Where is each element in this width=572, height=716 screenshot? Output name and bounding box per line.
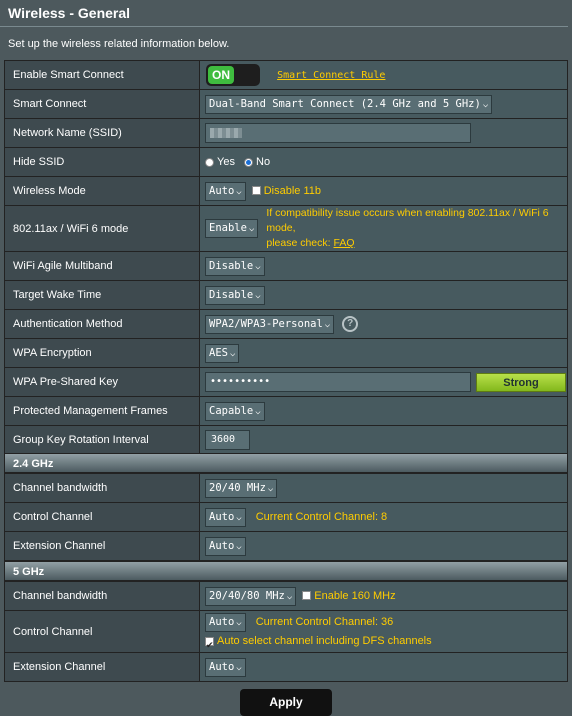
psk-label: WPA Pre-Shared Key: [4, 367, 200, 397]
band-5-table: Channel bandwidth 20/40/80 MHz ⌵ Enable 16…: [4, 581, 568, 682]
wpa-encryption-select[interactable]: AES ⌵: [205, 343, 240, 363]
agile-multiband-value: Disable: [209, 259, 254, 272]
band5-control-value: Auto: [209, 616, 235, 628]
gkri-input[interactable]: 3600: [205, 430, 250, 450]
section-5ghz-header: 5 GHz: [4, 561, 568, 581]
smart-connect-value: Dual-Band Smart Connect (2.4 GHz and 5 G…: [209, 97, 481, 110]
wireless-mode-value: Auto: [209, 184, 235, 197]
wifi6-note-line1: If compatibility issue occurs when enabl…: [266, 207, 549, 234]
smart-connect-rule-link[interactable]: Smart Connect Rule: [277, 70, 385, 81]
toggle-on-label: ON: [208, 66, 234, 84]
band24-control-select[interactable]: Auto ⌵: [205, 507, 246, 527]
chevron-down-icon: ⌵: [324, 319, 331, 330]
chevron-down-icon: ⌵: [286, 591, 293, 602]
dfs-checkbox[interactable]: [205, 636, 214, 654]
band24-current-channel: Current Control Channel: 8: [255, 510, 388, 523]
psk-input[interactable]: ••••••••••: [205, 372, 471, 392]
band5-bandwidth-label: Channel bandwidth: [4, 581, 200, 611]
chevron-down-icon: ⌵: [255, 406, 261, 417]
hide-ssid-yes-radio[interactable]: [205, 157, 214, 167]
band24-control-value: Auto: [209, 510, 235, 523]
band24-extension-label: Extension Channel: [4, 531, 200, 561]
chevron-down-icon: ⌵: [236, 186, 242, 197]
pmf-select[interactable]: Capable ⌵: [205, 401, 265, 421]
band24-control-label: Control Channel: [4, 502, 200, 532]
ssid-label: Network Name (SSID): [4, 118, 200, 148]
hide-ssid-no-label: No: [256, 156, 271, 168]
chevron-down-icon: ⌵: [236, 512, 242, 523]
agile-multiband-select[interactable]: Disable ⌵: [205, 256, 265, 276]
hide-ssid-yes-label: Yes: [217, 156, 235, 168]
enable-160mhz-checkbox[interactable]: [302, 591, 312, 601]
chevron-down-icon: ⌵: [236, 618, 242, 628]
band5-extension-label: Extension Channel: [4, 652, 200, 682]
gkri-label: Group Key Rotation Interval: [4, 425, 200, 455]
chevron-down-icon: ⌵: [255, 261, 261, 272]
pmf-label: Protected Management Frames: [4, 396, 200, 426]
smart-connect-toggle[interactable]: ON: [206, 64, 260, 86]
chevron-down-icon: ⌵: [248, 224, 255, 234]
target-wake-value: Disable: [209, 288, 254, 301]
band5-extension-value: Auto: [209, 660, 235, 673]
apply-button[interactable]: Apply: [240, 689, 332, 716]
band5-control-select[interactable]: Auto ⌵: [205, 613, 246, 632]
disable-11b-checkbox[interactable]: [251, 186, 261, 196]
smart-connect-label: Smart Connect: [4, 89, 200, 119]
page-title: Wireless - General: [0, 0, 568, 27]
target-wake-label: Target Wake Time: [4, 280, 200, 310]
band5-current-channel: Current Control Channel: 36: [255, 616, 394, 628]
page-description: Set up the wireless related information …: [8, 38, 230, 50]
chevron-down-icon: ⌵: [236, 541, 242, 552]
auth-method-select[interactable]: WPA2/WPA3-Personal ⌵: [205, 314, 335, 334]
auth-method-label: Authentication Method: [4, 309, 200, 339]
band5-control-label: Control Channel: [4, 610, 200, 653]
band5-bandwidth-value: 20/40/80 MHz: [209, 589, 285, 602]
disable-11b-label: Disable 11b: [263, 184, 321, 197]
wifi6-note-line2: please check:: [266, 237, 331, 249]
wireless-mode-select[interactable]: Auto ⌵: [205, 181, 246, 201]
wireless-mode-label: Wireless Mode: [4, 176, 200, 206]
band24-extension-select[interactable]: Auto ⌵: [205, 536, 246, 556]
row-enable-smart-connect: Enable Smart Connect ON Smart Connect Ru…: [4, 60, 568, 90]
chevron-down-icon: ⌵: [482, 99, 489, 110]
band5-bandwidth-select[interactable]: 20/40/80 MHz ⌵: [205, 586, 297, 606]
band-24-table: Channel bandwidth 20/40 MHz ⌵ Control Cha…: [4, 473, 568, 561]
auth-method-value: WPA2/WPA3-Personal: [209, 317, 323, 330]
chevron-down-icon: ⌵: [236, 662, 242, 673]
chevron-down-icon: ⌵: [229, 348, 236, 359]
help-icon[interactable]: ?: [342, 315, 359, 332]
wifi6-select[interactable]: Enable ⌵: [205, 219, 259, 238]
faq-link[interactable]: FAQ: [334, 237, 355, 249]
hide-ssid-no-radio[interactable]: [244, 157, 254, 167]
enable-160mhz-label: Enable 160 MHz: [314, 589, 396, 602]
smart-connect-select[interactable]: Dual-Band Smart Connect (2.4 GHz and 5 G…: [205, 94, 493, 114]
agile-multiband-label: WiFi Agile Multiband: [4, 251, 200, 281]
chevron-down-icon: ⌵: [267, 483, 274, 494]
ssid-redacted-value: [210, 128, 242, 138]
band5-extension-select[interactable]: Auto ⌵: [205, 657, 246, 677]
band24-bandwidth-value: 20/40 MHz: [209, 481, 266, 494]
section-2-4ghz-header: 2.4 GHz: [4, 453, 568, 473]
wifi6-value: Enable: [209, 222, 247, 234]
dfs-label: Auto select channel including DFS channe…: [217, 635, 432, 647]
enable-smart-connect-label: Enable Smart Connect: [4, 60, 200, 90]
wpa-encryption-label: WPA Encryption: [4, 338, 200, 368]
wifi6-label: 802.11ax / WiFi 6 mode: [4, 205, 200, 252]
wpa-encryption-value: AES: [209, 346, 228, 359]
hide-ssid-label: Hide SSID: [4, 147, 200, 177]
band24-extension-value: Auto: [209, 539, 235, 552]
pmf-value: Capable: [209, 404, 254, 417]
band24-bandwidth-label: Channel bandwidth: [4, 473, 200, 503]
target-wake-select[interactable]: Disable ⌵: [205, 285, 265, 305]
password-strength-meter: Strong: [476, 372, 566, 392]
band24-bandwidth-select[interactable]: 20/40 MHz ⌵: [205, 478, 278, 498]
chevron-down-icon: ⌵: [255, 290, 261, 301]
ssid-input[interactable]: [205, 123, 471, 143]
general-settings-table: Enable Smart Connect ON Smart Connect Ru…: [4, 60, 568, 455]
